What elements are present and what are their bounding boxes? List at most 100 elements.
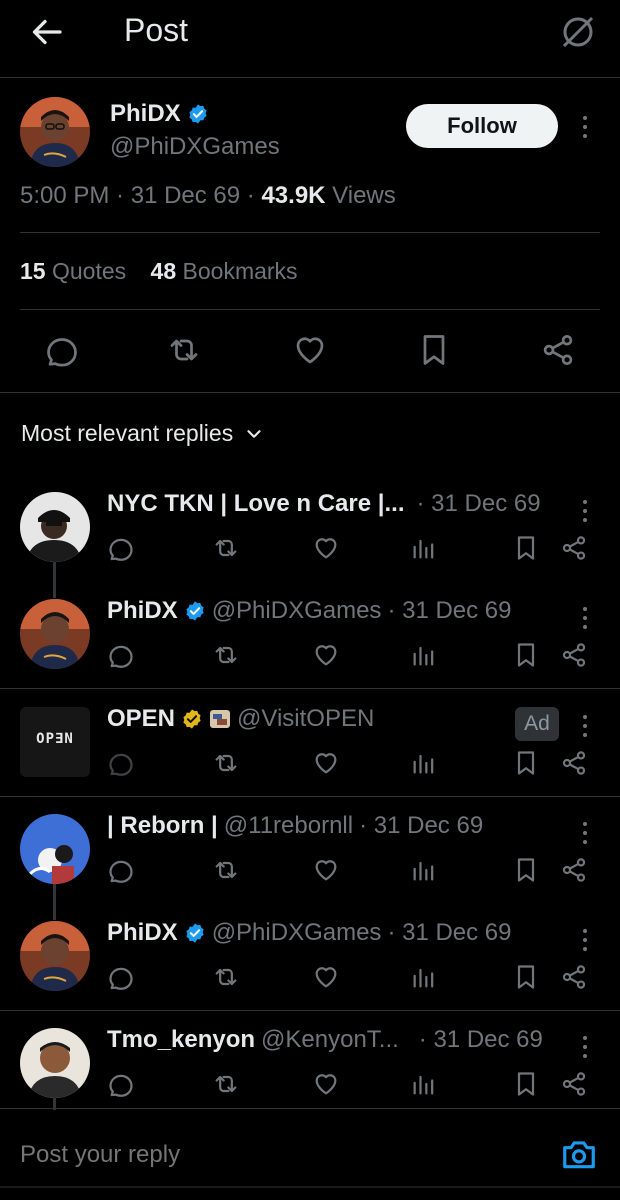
bookmark-button[interactable] [512, 1070, 540, 1098]
reply-author-name[interactable]: Tmo_kenyon [107, 1026, 255, 1054]
share-button[interactable] [560, 641, 588, 669]
reply-date: · 31 Dec 69 [416, 490, 541, 517]
like-button[interactable] [292, 332, 328, 368]
bookmarks-label: Bookmarks [182, 258, 298, 284]
bookmark-button[interactable] [512, 856, 540, 884]
reply-more-button[interactable] [575, 925, 595, 955]
repost-button[interactable] [212, 641, 240, 669]
share-button[interactable] [560, 749, 588, 777]
reply-more-button[interactable] [575, 496, 595, 526]
share-button[interactable] [540, 332, 576, 368]
reply-button[interactable] [107, 641, 135, 669]
reply-button[interactable] [107, 963, 135, 991]
reply-icon [109, 967, 133, 990]
quotes-stat[interactable]: 15 Quotes [20, 258, 126, 284]
reply-button[interactable] [107, 534, 135, 562]
camera-button[interactable] [560, 1135, 598, 1173]
bookmarks-stat[interactable]: 48 Bookmarks [151, 258, 298, 284]
quotes-label: Quotes [51, 258, 127, 284]
reply-author-name[interactable]: PhiDX [107, 597, 178, 625]
analytics-icon [413, 539, 434, 559]
bookmark-button[interactable] [512, 963, 540, 991]
follow-button[interactable]: Follow [406, 104, 558, 148]
repost-button[interactable] [212, 963, 240, 991]
like-button[interactable] [312, 534, 340, 562]
like-button[interactable] [312, 749, 340, 777]
reply-date: · 31 Dec 69 [359, 812, 484, 839]
bookmark-icon [517, 858, 535, 882]
bottom-edge [0, 1186, 620, 1188]
views-count: 43.9K [261, 182, 326, 209]
reply-more-button[interactable] [575, 603, 595, 633]
heart-icon [315, 538, 337, 559]
heart-icon [315, 967, 337, 988]
back-button[interactable] [30, 14, 66, 50]
reply-button[interactable] [44, 332, 80, 368]
repost-button[interactable] [166, 332, 202, 368]
reply-author-name[interactable]: | Reborn | [107, 812, 218, 840]
share-button[interactable] [560, 856, 588, 884]
reply-header: OPEN @VisitOPEN [107, 705, 374, 733]
reply-more-button[interactable] [575, 1032, 595, 1062]
bookmark-button[interactable] [512, 534, 540, 562]
share-icon [562, 1072, 586, 1096]
bookmark-button[interactable] [512, 749, 540, 777]
views-button[interactable] [410, 749, 438, 777]
views-button[interactable] [410, 963, 438, 991]
reply-handle[interactable]: @PhiDXGames [212, 919, 382, 947]
reply-author-name[interactable]: NYC TKN | Love n Care |... [107, 490, 404, 518]
share-icon [562, 536, 586, 560]
bookmark-icon [517, 751, 535, 775]
views-button[interactable] [410, 534, 438, 562]
reply-author-name[interactable]: PhiDX [107, 919, 178, 947]
like-button[interactable] [312, 963, 340, 991]
like-button[interactable] [312, 641, 340, 669]
quotes-count: 15 [20, 258, 46, 284]
repost-icon [215, 539, 237, 557]
bookmark-icon [517, 1072, 535, 1096]
post-date: 31 Dec 69 [130, 182, 241, 209]
reply-icon [109, 1074, 133, 1097]
reply-input[interactable] [20, 1141, 500, 1169]
divider [0, 796, 620, 797]
heart-icon [315, 860, 337, 881]
author-name[interactable]: PhiDX [110, 100, 209, 128]
heart-icon [315, 1074, 337, 1095]
reply-action-bar [0, 963, 620, 993]
reply-handle[interactable]: @KenyonT... [261, 1026, 399, 1054]
reply-author-name[interactable]: OPEN [107, 705, 175, 733]
reply-sort-dropdown[interactable]: Most relevant replies [21, 420, 265, 447]
views-button[interactable] [410, 1070, 438, 1098]
share-button[interactable] [560, 1070, 588, 1098]
reply-handle[interactable]: @VisitOPEN [237, 705, 374, 733]
bookmark-button[interactable] [416, 332, 452, 368]
repost-button[interactable] [212, 534, 240, 562]
camera-icon [563, 1141, 595, 1169]
reply-button[interactable] [107, 749, 135, 777]
reply-handle[interactable]: @11rebornll [224, 812, 353, 840]
reply-handle[interactable]: @PhiDXGames [212, 597, 382, 625]
share-button[interactable] [560, 963, 588, 991]
views-button[interactable] [410, 641, 438, 669]
reply-header: PhiDX @PhiDXGames · 31 Dec 69 [107, 597, 512, 625]
bookmark-button[interactable] [512, 641, 540, 669]
reply-button[interactable] [107, 856, 135, 884]
analytics-icon [413, 861, 434, 881]
page-title: Post [124, 12, 189, 48]
repost-button[interactable] [212, 856, 240, 884]
chevron-down-icon [247, 429, 261, 438]
like-button[interactable] [312, 856, 340, 884]
reply-more-button[interactable] [575, 711, 595, 741]
post-more-button[interactable] [575, 112, 595, 142]
reply-more-button[interactable] [575, 818, 595, 848]
author-avatar[interactable] [20, 97, 90, 167]
repost-button[interactable] [212, 749, 240, 777]
like-button[interactable] [312, 1070, 340, 1098]
repost-button[interactable] [212, 1070, 240, 1098]
views-button[interactable] [410, 856, 438, 884]
reply-button[interactable] [107, 1070, 135, 1098]
share-button[interactable] [560, 534, 588, 562]
author-handle[interactable]: @PhiDXGames [110, 133, 280, 161]
analytics-icon [413, 1075, 434, 1095]
grok-button[interactable] [558, 12, 598, 52]
